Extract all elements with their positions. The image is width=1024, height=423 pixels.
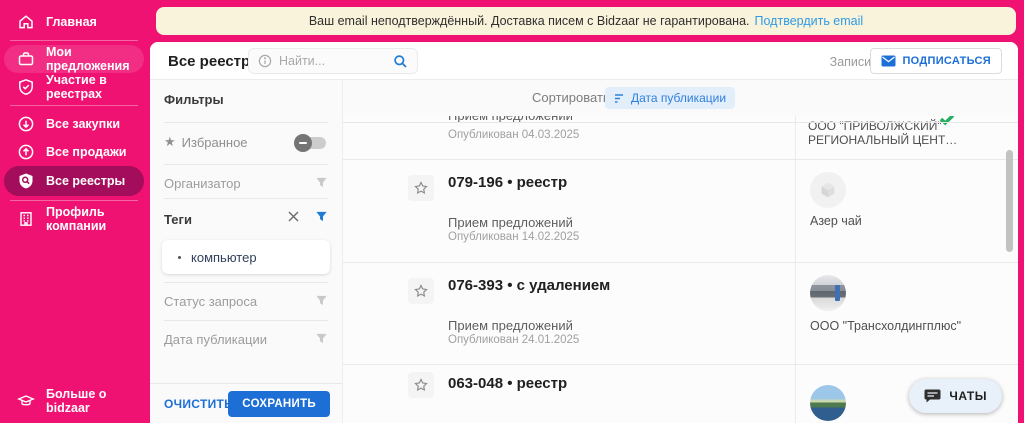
sidebar-item-company-profile[interactable]: Профиль компании [4,205,144,233]
arrow-up-circle-icon [17,143,35,161]
panel-body: Фильтры ★ Избранное Организатор Теги [150,80,1018,423]
filter-tags[interactable]: Теги [164,212,192,227]
filter-favorites: ★ Избранное [164,134,248,150]
company-avatar [810,385,846,421]
filter-request-status[interactable]: Статус запроса [164,294,257,309]
registry-title[interactable]: 063-048 • реестр [448,375,567,392]
star-icon [413,377,429,393]
envelope-icon [881,55,896,67]
close-icon[interactable] [287,210,300,223]
email-warning-banner: Ваш email неподтверждённый. Доставка пис… [156,7,1016,35]
briefcase-icon [17,50,35,68]
star-icon: ★ [164,134,176,150]
filters-title: Фильтры [164,92,224,107]
filter-publication-date[interactable]: Дата публикации [164,332,267,347]
funnel-icon[interactable] [315,294,328,307]
sidebar: Главная Мои предложения Участие в реестр… [0,0,148,423]
divider [164,198,328,199]
registry-list: Сортировать: Дата публикации Прием предл… [343,80,1018,423]
row-published: Опубликован 14.02.2025 [448,231,579,243]
graduation-cap-icon [17,392,35,410]
company-name: ООО "Трансхолдингплюс" [810,319,961,333]
tag-bullet-icon [178,256,181,259]
clear-button[interactable]: ОЧИСТИТЬ [164,397,233,411]
content-panel: Все реестры Записи: 14 ПОДПИСАТЬСЯ Фильт… [150,42,1018,423]
divider [164,320,328,321]
favorite-star-button[interactable] [408,175,434,201]
cube-icon [817,179,839,201]
funnel-icon[interactable] [315,332,328,345]
scrollbar-thumb[interactable] [1006,150,1013,252]
sort-descending-icon [614,93,625,104]
building-icon [17,210,35,228]
chats-button[interactable]: ЧАТЫ [909,379,1002,413]
company-name: РЕГИОНАЛЬНЫЙ ЦЕНТ… [808,133,957,147]
sidebar-item-registry-participation[interactable]: Участие в реестрах [4,73,144,101]
shield-search-icon [17,172,35,190]
search-icon[interactable] [393,54,408,69]
tag-value: компьютер [191,250,257,265]
registry-row[interactable]: 079-196 • реестр Прием предложений Опубл… [343,160,1018,263]
row-published: Опубликован 04.03.2025 [448,129,579,141]
sidebar-divider [10,40,138,41]
funnel-icon[interactable] [315,176,328,189]
sidebar-item-all-registries[interactable]: Все реестры [4,166,144,196]
row-published: Опубликован 24.01.2025 [448,334,579,346]
company-name: Азер чай [810,214,862,228]
search-input[interactable] [279,54,386,68]
sort-label: Сортировать: [532,90,613,105]
subscribe-button[interactable]: ПОДПИСАТЬСЯ [870,48,1002,74]
favorite-star-button[interactable] [408,372,434,398]
tag-value-box[interactable]: компьютер [162,240,330,274]
divider [343,122,1018,123]
sidebar-item-my-offers[interactable]: Мои предложения [4,45,144,73]
sidebar-item-all-purchases[interactable]: Все закупки [4,110,144,138]
star-icon [413,180,429,196]
sidebar-divider [10,105,138,106]
divider [164,122,328,123]
star-icon [413,283,429,299]
row-status: Прием предложений [448,318,573,333]
registry-row[interactable]: 076-393 • с удалением Прием предложений … [343,263,1018,365]
divider [164,164,328,165]
divider [164,282,328,283]
info-icon [258,54,272,68]
search-box[interactable] [248,48,418,74]
banner-message: Ваш email неподтверждённый. Доставка пис… [309,14,750,28]
panel-header: Все реестры Записи: 14 ПОДПИСАТЬСЯ [150,42,1018,80]
arrow-down-circle-icon [17,115,35,133]
favorites-toggle[interactable] [296,137,326,149]
filters-footer: ОЧИСТИТЬ СОХРАНИТЬ [150,383,342,423]
sidebar-item-home[interactable]: Главная [4,8,144,36]
sidebar-divider [10,200,138,201]
shield-check-icon [17,78,35,96]
sidebar-item-all-sales[interactable]: Все продажи [4,138,144,166]
row-status: Прием предложений [448,215,573,230]
company-avatar [810,172,846,208]
favorite-star-button[interactable] [408,278,434,304]
funnel-active-icon[interactable] [315,210,328,223]
home-icon [17,13,35,31]
toggle-knob [294,134,312,152]
registry-title[interactable]: 076-393 • с удалением [448,277,610,294]
sort-chip-publication-date[interactable]: Дата публикации [605,87,735,109]
confirm-email-link[interactable]: Подтвердить email [755,14,864,28]
filter-organizer[interactable]: Организатор [164,176,241,191]
filters-panel: Фильтры ★ Избранное Организатор Теги [150,80,343,423]
registry-title[interactable]: 079-196 • реестр [448,174,567,191]
chat-icon [924,388,941,404]
company-avatar [810,275,846,311]
save-button[interactable]: СОХРАНИТЬ [228,391,330,417]
sidebar-item-about-bidzaar[interactable]: Больше о bidzaar [4,387,144,415]
main-area: Ваш email неподтверждённый. Доставка пис… [148,0,1024,423]
